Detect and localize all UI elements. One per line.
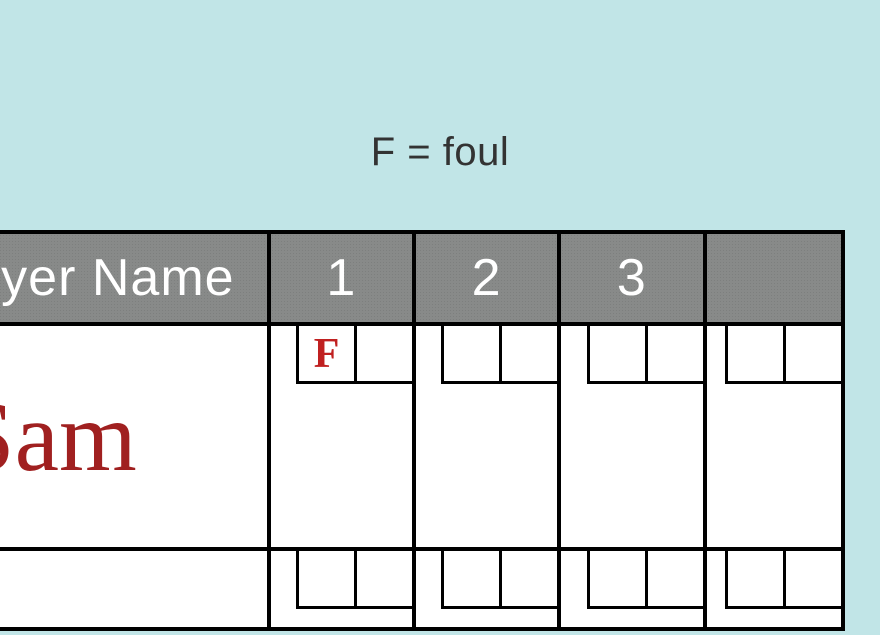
next-frame-2-roll-2 — [499, 551, 557, 609]
frame-4-rolls — [725, 326, 841, 384]
frame-3-cell — [559, 324, 704, 549]
frame-1-roll-1: F — [296, 326, 354, 384]
next-frame-3-rolls — [587, 551, 703, 609]
frame-4-roll-1 — [725, 326, 783, 384]
next-frame-3-roll-2 — [645, 551, 703, 609]
frame-2-cell — [414, 324, 559, 549]
header-player-name: yer Name — [0, 232, 269, 324]
frame-1-cell: F — [269, 324, 414, 549]
next-frame-1-rolls — [296, 551, 412, 609]
header-frame-2: 2 — [414, 232, 559, 324]
next-frame-4-cell — [705, 549, 843, 629]
next-frame-2-rolls — [441, 551, 557, 609]
header-frame-4 — [705, 232, 843, 324]
header-frame-3: 3 — [559, 232, 704, 324]
header-frame-1: 1 — [269, 232, 414, 324]
next-player-name-cell — [0, 549, 269, 629]
frame-3-roll-2 — [645, 326, 703, 384]
frame-3-roll-1 — [587, 326, 645, 384]
next-player-row — [0, 549, 843, 629]
next-frame-4-roll-1 — [725, 551, 783, 609]
header-row: yer Name 1 2 3 — [0, 232, 843, 324]
next-frame-1-cell — [269, 549, 414, 629]
next-frame-1-roll-2 — [354, 551, 412, 609]
frame-3-rolls — [587, 326, 703, 384]
next-frame-4-rolls — [725, 551, 841, 609]
legend-text: F = foul — [0, 0, 880, 230]
bowling-score-table: yer Name 1 2 3 Sam F — [0, 230, 845, 631]
frame-1-rolls: F — [296, 326, 412, 384]
frame-1-roll-2 — [354, 326, 412, 384]
frame-2-roll-1 — [441, 326, 499, 384]
frame-2-rolls — [441, 326, 557, 384]
next-frame-3-cell — [559, 549, 704, 629]
player-name-text: Sam — [0, 379, 267, 494]
next-frame-2-cell — [414, 549, 559, 629]
next-frame-3-roll-1 — [587, 551, 645, 609]
player-row: Sam F — [0, 324, 843, 549]
player-name-cell: Sam — [0, 324, 269, 549]
frame-4-cell — [705, 324, 843, 549]
frame-4-roll-2 — [783, 326, 841, 384]
frame-2-roll-2 — [499, 326, 557, 384]
next-frame-2-roll-1 — [441, 551, 499, 609]
next-frame-4-roll-2 — [783, 551, 841, 609]
next-frame-1-roll-1 — [296, 551, 354, 609]
